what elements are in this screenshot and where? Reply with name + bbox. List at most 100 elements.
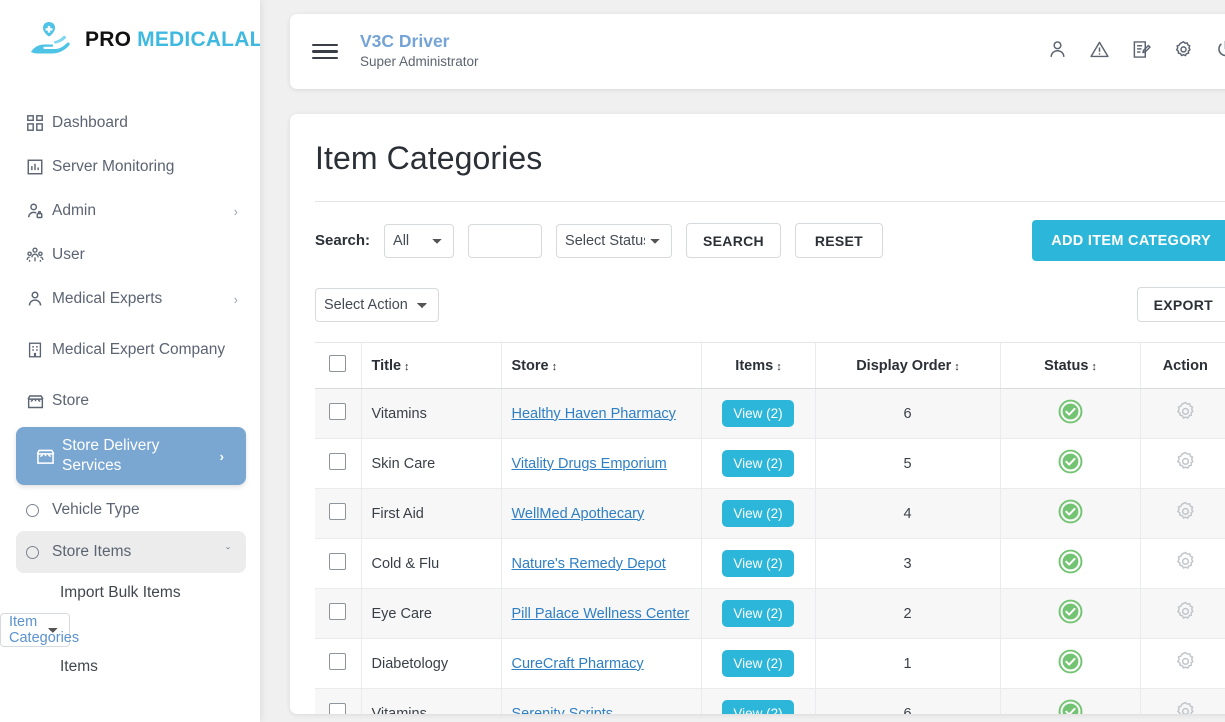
search-input[interactable] xyxy=(468,223,543,258)
gear-icon[interactable] xyxy=(1174,650,1197,673)
cell-status[interactable] xyxy=(1000,638,1141,689)
view-items-button[interactable]: View (2) xyxy=(722,400,794,427)
select-all-checkbox[interactable] xyxy=(329,355,347,372)
gear-icon[interactable] xyxy=(1173,39,1194,65)
column-header-title[interactable]: Title ↕ xyxy=(361,342,502,389)
sidebar-leaf-item-categories[interactable]: Item Categories xyxy=(0,613,79,647)
row-checkbox[interactable] xyxy=(329,403,347,420)
cell-store: Serenity Scripts xyxy=(501,688,702,715)
add-item-category-button[interactable]: ADD ITEM CATEGORY xyxy=(1032,220,1225,261)
sidebar: PRO MEDICALALL Dashboard xyxy=(0,0,260,722)
view-items-button[interactable]: View (2) xyxy=(722,650,794,677)
table-row: Cold & Flu Nature's Remedy Depot View (2) 3 xyxy=(315,538,1225,589)
row-checkbox[interactable] xyxy=(329,453,347,470)
cell-title: Vitamins xyxy=(361,388,502,439)
title-divider xyxy=(315,201,1225,202)
row-select-cell xyxy=(315,488,362,539)
gear-icon[interactable] xyxy=(1174,550,1197,573)
sidebar-leaf-items[interactable]: Items xyxy=(0,647,260,687)
select-all-header xyxy=(315,342,362,389)
table-row: Diabetology CureCraft Pharmacy View (2) 1 xyxy=(315,638,1225,689)
user-icon[interactable] xyxy=(1047,39,1068,65)
sidebar-item-store-delivery-services[interactable]: Store Delivery Services › xyxy=(16,427,246,485)
store-link[interactable]: Nature's Remedy Depot xyxy=(512,556,666,572)
cell-action[interactable] xyxy=(1140,388,1225,439)
user-person-icon xyxy=(26,290,52,308)
row-select-cell xyxy=(315,438,362,489)
view-items-button[interactable]: View (2) xyxy=(722,600,794,627)
warning-triangle-icon[interactable] xyxy=(1089,39,1110,65)
cell-status[interactable] xyxy=(1000,688,1141,714)
sidebar-leaf-import-bulk-items[interactable]: Import Bulk Items xyxy=(0,573,260,613)
sidebar-subitem-label: Vehicle Type xyxy=(52,501,140,518)
view-items-button[interactable]: View (2) xyxy=(722,500,794,527)
column-header-store[interactable]: Store ↕ xyxy=(501,342,702,389)
row-checkbox[interactable] xyxy=(329,503,347,520)
sidebar-item-medical-expert-company[interactable]: Medical Expert Company xyxy=(0,321,260,379)
cell-title: Vitamins xyxy=(361,688,502,714)
gear-icon[interactable] xyxy=(1174,500,1197,523)
select-action-dropdown[interactable]: Select Action xyxy=(315,287,439,322)
top-bar-icons xyxy=(1047,39,1225,65)
sidebar-item-label: Store Delivery Services xyxy=(62,436,160,474)
row-checkbox[interactable] xyxy=(329,653,347,670)
cell-status[interactable] xyxy=(1000,488,1141,539)
cell-action[interactable] xyxy=(1140,538,1225,589)
cell-status[interactable] xyxy=(1000,588,1141,639)
sidebar-subitem-store-items[interactable]: Store Items ˇ xyxy=(16,531,246,573)
store-link[interactable]: CureCraft Pharmacy xyxy=(512,656,644,672)
sidebar-item-user[interactable]: User xyxy=(0,233,260,277)
store-link[interactable]: Healthy Haven Pharmacy xyxy=(512,406,676,422)
column-header-items[interactable]: Items ↕ xyxy=(701,342,816,389)
hamburger-menu-icon[interactable] xyxy=(312,40,338,63)
sidebar-item-server-monitoring[interactable]: Server Monitoring xyxy=(0,145,260,189)
status-active-icon xyxy=(1058,399,1082,424)
column-header-display-order[interactable]: Display Order ↕ xyxy=(815,342,1001,389)
brand-rest: MEDICALALL xyxy=(137,27,260,51)
row-checkbox[interactable] xyxy=(329,553,347,570)
search-button[interactable]: SEARCH xyxy=(686,223,781,258)
view-items-button[interactable]: View (2) xyxy=(722,700,794,714)
main-area: V3C Driver Super Administrator Item Cate… xyxy=(260,0,1225,722)
sidebar-subitem-vehicle-type[interactable]: Vehicle Type xyxy=(0,489,260,531)
cell-action[interactable] xyxy=(1140,588,1225,639)
user-lock-icon xyxy=(26,202,52,220)
status-active-icon xyxy=(1058,499,1082,524)
brand-logo[interactable]: PRO MEDICALALL xyxy=(0,0,260,79)
building-icon xyxy=(26,341,52,359)
gear-icon[interactable] xyxy=(1174,400,1197,423)
cell-action[interactable] xyxy=(1140,438,1225,489)
store-link[interactable]: Pill Palace Wellness Center xyxy=(512,606,690,622)
reset-button[interactable]: RESET xyxy=(794,223,883,258)
status-select[interactable]: Select Status xyxy=(556,223,673,258)
top-bar-titles: V3C Driver Super Administrator xyxy=(360,31,1047,71)
cell-action[interactable] xyxy=(1140,638,1225,689)
gear-icon[interactable] xyxy=(1174,450,1197,473)
cell-store: WellMed Apothecary xyxy=(501,488,702,539)
sidebar-item-admin[interactable]: Admin › xyxy=(0,189,260,233)
search-scope-select[interactable]: All xyxy=(384,223,455,258)
row-checkbox[interactable] xyxy=(329,603,347,620)
gear-icon[interactable] xyxy=(1174,700,1197,714)
sidebar-item-store[interactable]: Store xyxy=(0,379,260,423)
view-items-button[interactable]: View (2) xyxy=(722,450,794,477)
table-body: Vitamins Healthy Haven Pharmacy View (2) 6 S… xyxy=(315,388,1225,715)
cell-action[interactable] xyxy=(1140,488,1225,539)
export-button[interactable]: EXPORT xyxy=(1136,287,1225,322)
gear-icon[interactable] xyxy=(1174,600,1197,623)
sidebar-item-dashboard[interactable]: Dashboard xyxy=(0,101,260,145)
sidebar-item-medical-experts[interactable]: Medical Experts › xyxy=(0,277,260,321)
store-link[interactable]: Serenity Scripts xyxy=(512,706,614,715)
row-checkbox[interactable] xyxy=(329,703,347,714)
cell-status[interactable] xyxy=(1000,538,1141,589)
cell-status[interactable] xyxy=(1000,438,1141,489)
edit-document-icon[interactable] xyxy=(1131,39,1152,65)
power-icon[interactable] xyxy=(1215,39,1225,65)
column-header-status[interactable]: Status ↕ xyxy=(1000,342,1141,389)
cell-status[interactable] xyxy=(1000,388,1141,439)
view-items-button[interactable]: View (2) xyxy=(722,550,794,577)
hand-heart-medical-logo-icon xyxy=(31,21,70,53)
store-link[interactable]: Vitality Drugs Emporium xyxy=(512,456,667,472)
cell-action[interactable] xyxy=(1140,688,1225,714)
store-link[interactable]: WellMed Apothecary xyxy=(512,506,645,522)
